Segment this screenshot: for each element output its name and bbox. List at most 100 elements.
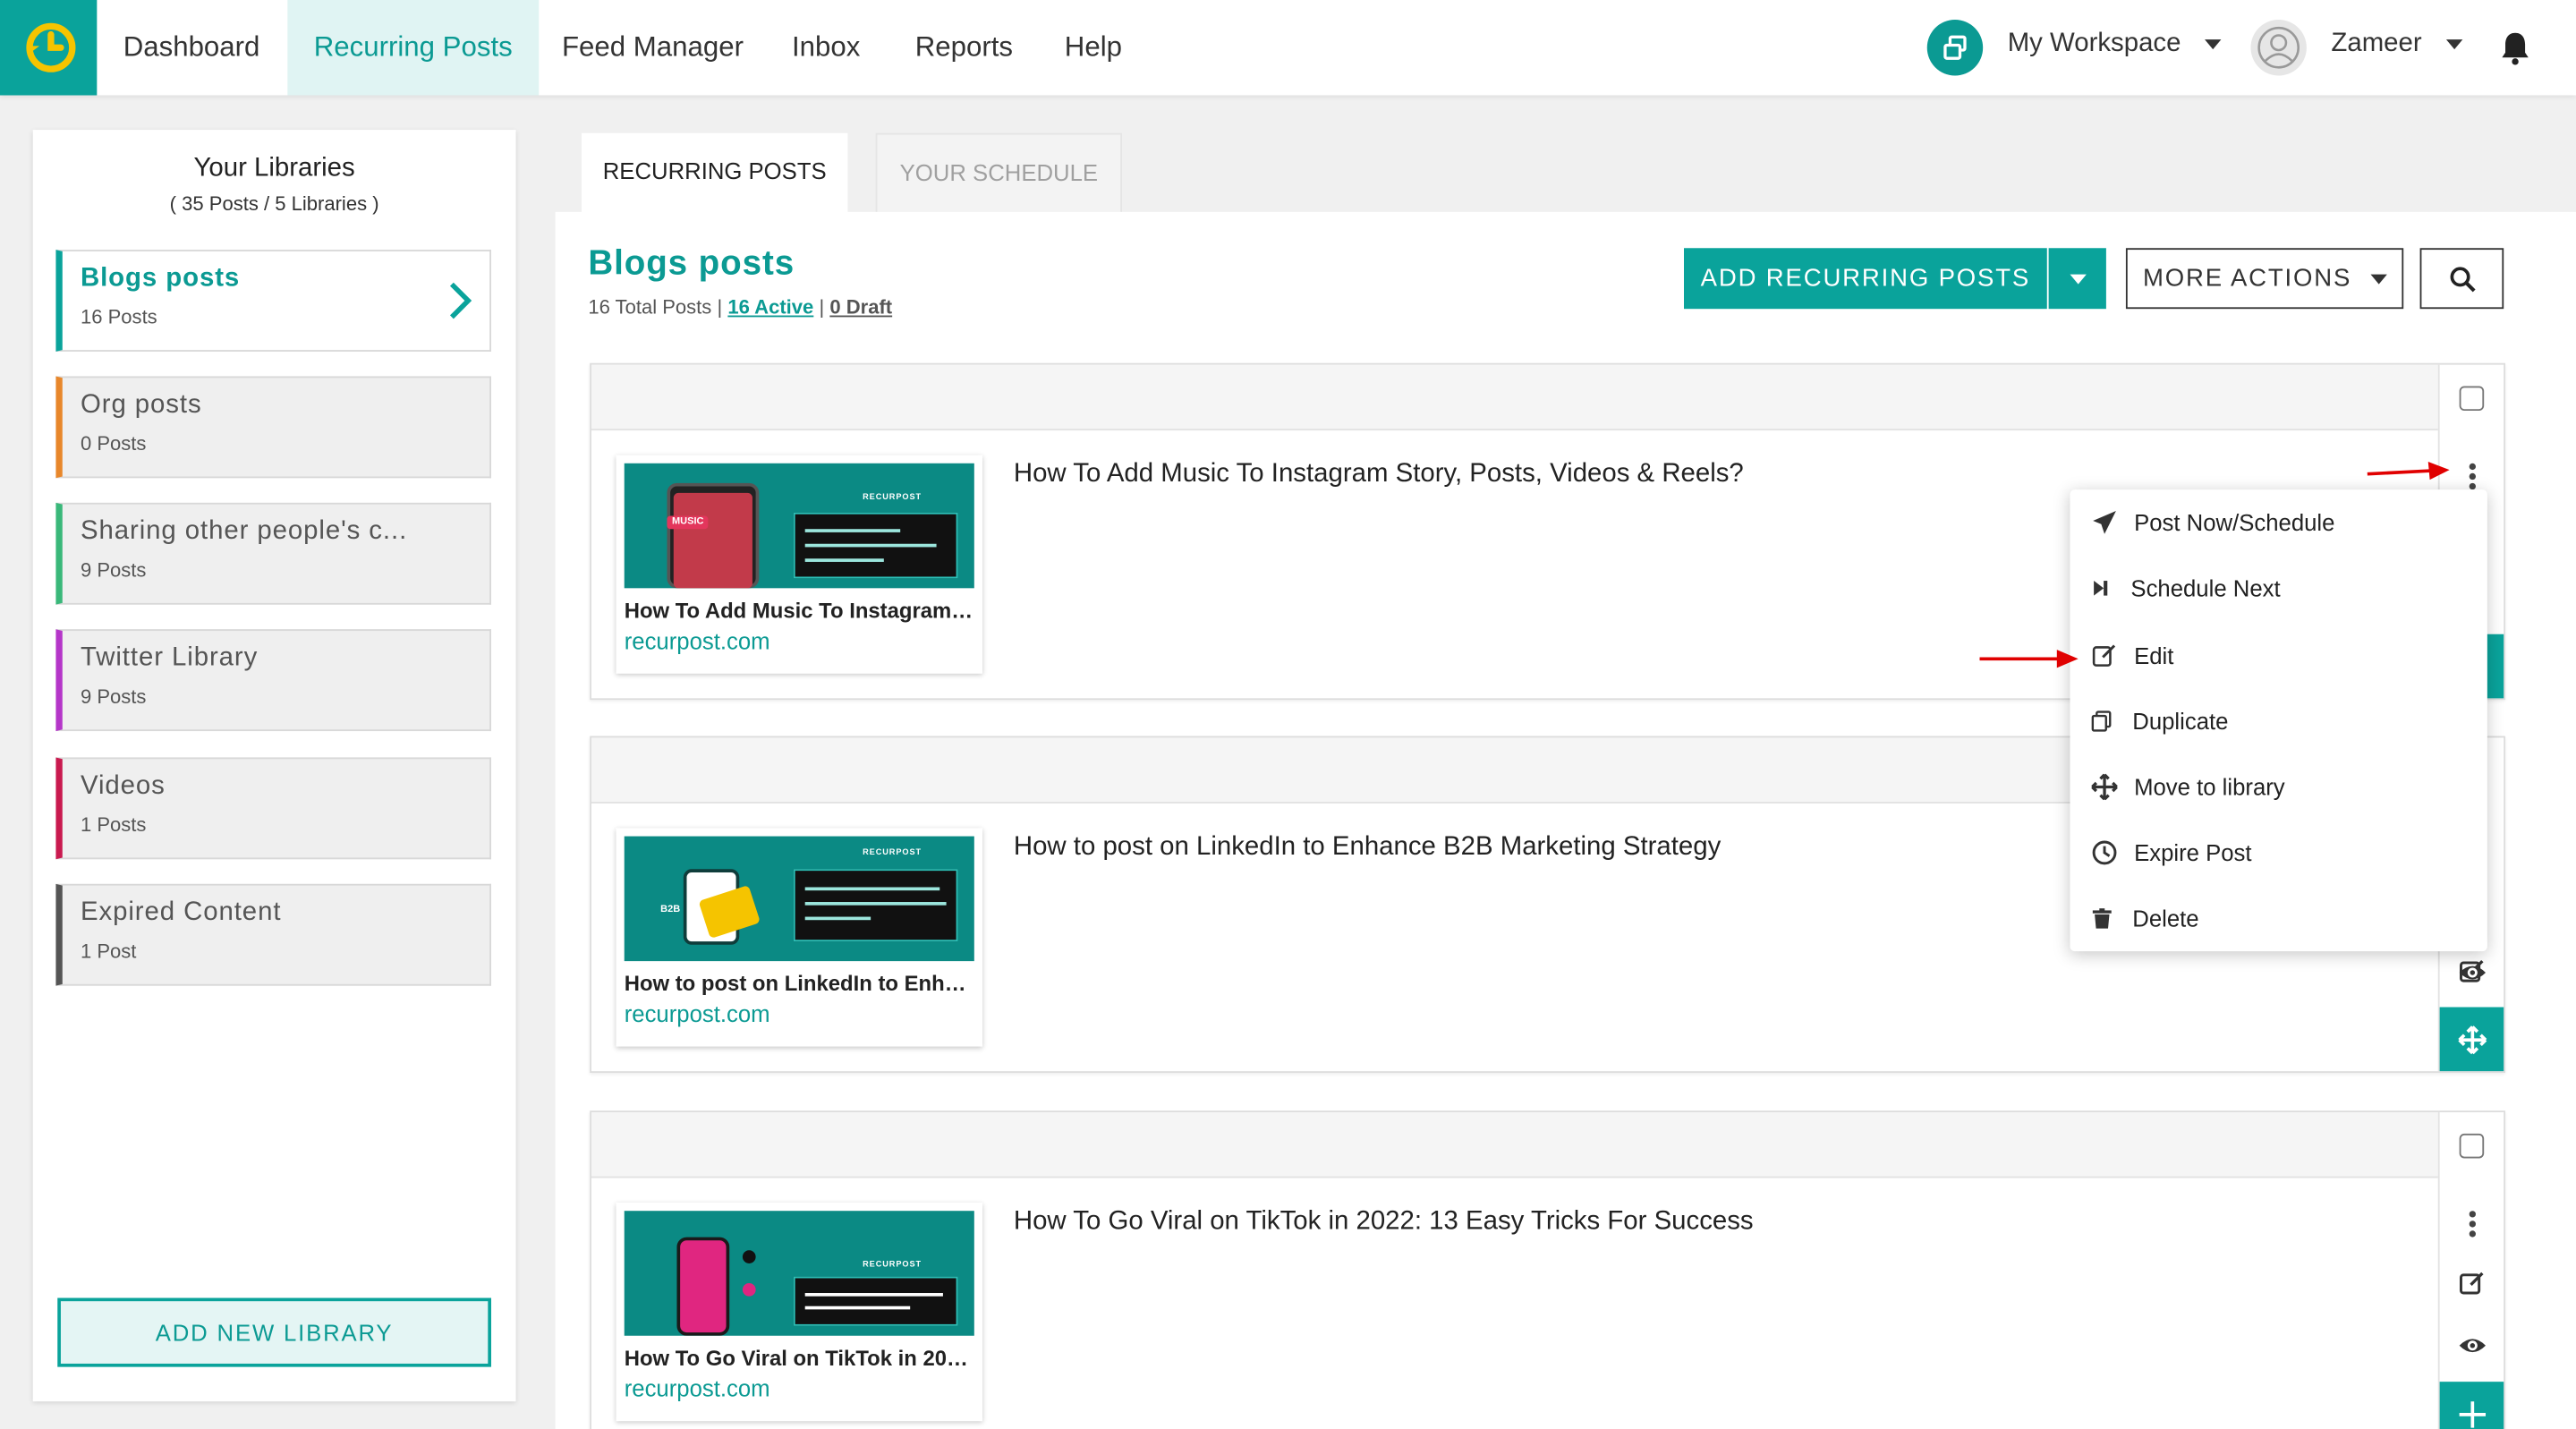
post-card-header	[591, 1112, 2438, 1178]
nav-dashboard[interactable]: Dashboard	[97, 0, 285, 95]
edit-icon[interactable]	[2458, 1268, 2487, 1297]
separator: |	[819, 295, 825, 319]
menu-item-label: Delete	[2132, 905, 2199, 932]
tab-recurring-posts[interactable]: RECURRING POSTS	[581, 132, 848, 216]
chevron-down-icon	[2445, 38, 2462, 49]
post-card-header	[591, 364, 2438, 431]
menu-item-schedule-next[interactable]: Schedule Next	[2070, 560, 2487, 616]
chevron-down-icon	[2369, 274, 2387, 285]
nav-feed-manager[interactable]: Feed Manager	[536, 0, 770, 95]
menu-item-move-to-library[interactable]: Move to library	[2070, 759, 2487, 814]
workspace-icon[interactable]	[1926, 20, 1984, 76]
total-posts: 16 Total Posts	[588, 295, 712, 319]
post-card: RECURPOST How To Go Viral on TikTok in 2…	[590, 1110, 2506, 1429]
app-root: Dashboard Recurring Posts Feed Manager I…	[0, 0, 2576, 1429]
thumbnail-tag: B2B	[660, 905, 681, 915]
menu-item-label: Duplicate	[2132, 708, 2229, 735]
menu-item-expire-post[interactable]: Expire Post	[2070, 825, 2487, 880]
add-new-library-button[interactable]: ADD NEW LIBRARY	[57, 1297, 491, 1367]
annotation-arrow-icon	[1979, 650, 2079, 668]
draft-posts-link[interactable]: 0 Draft	[829, 295, 892, 319]
menu-item-duplicate[interactable]: Duplicate	[2070, 693, 2487, 749]
menu-item-label: Expire Post	[2134, 839, 2252, 866]
menu-item-delete[interactable]: Delete	[2070, 890, 2487, 946]
add-recurring-posts-button[interactable]: ADD RECURRING POSTS	[1684, 248, 2047, 310]
libraries-sidebar: Your Libraries ( 35 Posts / 5 Libraries …	[32, 130, 516, 1402]
menu-item-edit[interactable]: Edit	[2070, 627, 2487, 683]
nav-help[interactable]: Help	[1038, 0, 1148, 95]
top-navbar: Dashboard Recurring Posts Feed Manager I…	[0, 0, 2576, 96]
nav-reports[interactable]: Reports	[888, 0, 1039, 95]
library-item-expired[interactable]: Expired Content 1 Post	[55, 883, 491, 986]
menu-item-label: Schedule Next	[2130, 574, 2281, 602]
skip-next-icon	[2094, 581, 2108, 596]
post-thumbnail: MUSIC RECURPOST	[624, 463, 974, 589]
library-item-org-posts[interactable]: Org posts 0 Posts	[55, 376, 491, 479]
add-posts-dropdown-button[interactable]	[2048, 248, 2106, 310]
post-select-checkbox[interactable]	[2459, 1133, 2485, 1159]
post-text[interactable]: How to post on LinkedIn to Enhance B2B M…	[1014, 833, 1721, 863]
library-item-blogs-posts[interactable]: Blogs posts 16 Posts	[55, 250, 491, 352]
link-preview[interactable]: MUSIC RECURPOST How To Add Music To Inst…	[616, 455, 982, 674]
move-post-button[interactable]	[2439, 1382, 2504, 1429]
thumbnail-brand: RECURPOST	[863, 492, 922, 503]
thumbnail-caption-box	[793, 512, 958, 579]
trash-icon	[2092, 908, 2112, 929]
post-text[interactable]: How To Add Music To Instagram Story, Pos…	[1014, 460, 1744, 489]
library-count: 16 Posts	[80, 305, 157, 329]
bell-icon[interactable]	[2497, 30, 2533, 74]
libraries-title: Your Libraries	[193, 154, 355, 183]
more-options-icon[interactable]	[2468, 463, 2478, 490]
library-name: Videos	[80, 771, 166, 801]
menu-item-post-now[interactable]: Post Now/Schedule	[2070, 495, 2487, 550]
avatar[interactable]	[2250, 20, 2307, 76]
post-select-checkbox[interactable]	[2459, 386, 2485, 412]
annotation-arrow-icon	[2367, 461, 2450, 481]
active-posts-link[interactable]: 16 Active	[727, 295, 813, 319]
clock-icon	[2092, 840, 2117, 865]
library-count: 9 Posts	[80, 558, 147, 582]
copy-icon	[2091, 710, 2112, 732]
workspace-selector[interactable]: My Workspace	[2008, 30, 2222, 59]
thumbnail-caption-box	[793, 869, 958, 942]
recurpost-logo[interactable]	[0, 0, 98, 96]
preview-domain: recurpost.com	[624, 1000, 770, 1027]
search-button[interactable]	[2419, 248, 2504, 310]
link-preview[interactable]: B2B RECURPOST How to post on LinkedIn to…	[616, 828, 982, 1047]
more-actions-button[interactable]: MORE ACTIONS	[2125, 248, 2404, 310]
eye-icon[interactable]	[2458, 957, 2487, 987]
thumbnail-tag: MUSIC	[667, 515, 709, 530]
thumbnail-brand: RECURPOST	[863, 847, 922, 858]
menu-item-label: Edit	[2134, 642, 2174, 669]
thumbnail-brand: RECURPOST	[863, 1260, 922, 1271]
library-count: 1 Post	[80, 940, 137, 963]
user-name: Zameer	[2331, 30, 2422, 58]
user-menu[interactable]: Zameer	[2331, 30, 2462, 59]
chevron-down-icon	[2204, 38, 2222, 49]
eye-icon[interactable]	[2458, 1331, 2487, 1360]
library-count: 9 Posts	[80, 685, 147, 709]
library-item-videos[interactable]: Videos 1 Posts	[55, 757, 491, 860]
move-post-button[interactable]	[2439, 1007, 2504, 1072]
library-count: 1 Posts	[80, 812, 147, 837]
post-text[interactable]: How To Go Viral on TikTok in 2022: 13 Ea…	[1014, 1208, 1754, 1238]
thumbnail-caption-box	[793, 1276, 958, 1326]
libraries-summary: ( 35 Posts / 5 Libraries )	[169, 191, 379, 216]
nav-recurring-posts[interactable]: Recurring Posts	[287, 0, 540, 96]
menu-item-label: Post Now/Schedule	[2134, 509, 2335, 536]
move-icon	[2458, 1025, 2487, 1055]
tab-your-schedule[interactable]: YOUR SCHEDULE	[875, 132, 1123, 216]
edit-icon	[2092, 644, 2116, 667]
preview-domain: recurpost.com	[624, 1374, 770, 1402]
preview-domain: recurpost.com	[624, 627, 770, 654]
library-name: Org posts	[80, 390, 202, 420]
workspace-name: My Workspace	[2007, 30, 2181, 58]
chevron-right-icon	[449, 282, 472, 319]
menu-item-label: Move to library	[2134, 773, 2285, 801]
nav-inbox[interactable]: Inbox	[766, 0, 887, 95]
chevron-down-icon	[2069, 273, 2086, 284]
library-item-sharing[interactable]: Sharing other people's c... 9 Posts	[55, 502, 491, 605]
link-preview[interactable]: RECURPOST How To Go Viral on TikTok in 2…	[616, 1203, 982, 1422]
more-options-icon[interactable]	[2468, 1211, 2478, 1238]
library-item-twitter[interactable]: Twitter Library 9 Posts	[55, 629, 491, 732]
